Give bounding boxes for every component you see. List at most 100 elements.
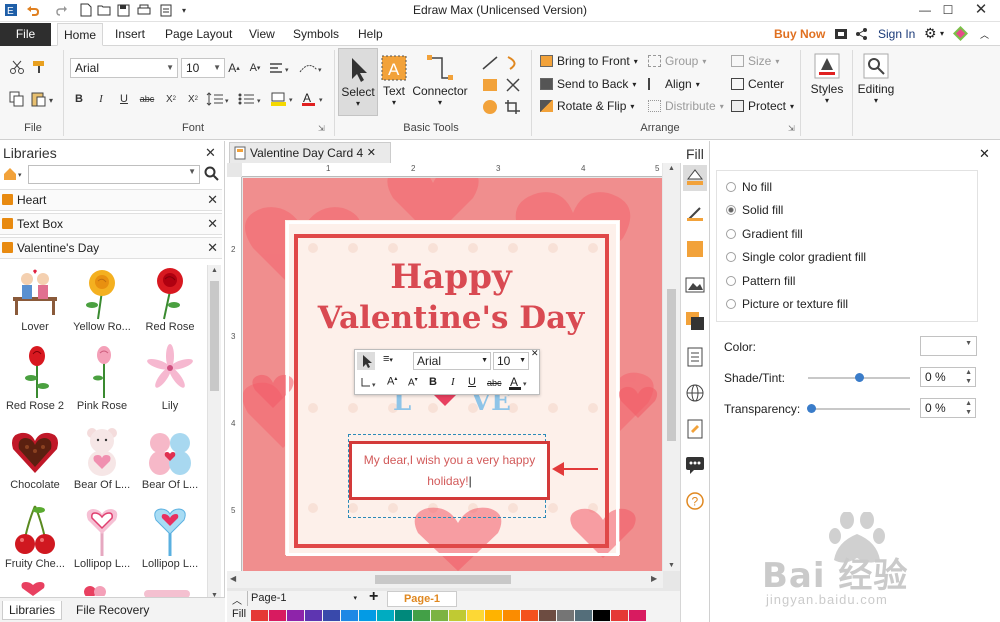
fill-panel-icon[interactable] [683, 165, 707, 191]
palette-swatch[interactable] [575, 610, 592, 621]
fill-option-picture-texture[interactable]: Picture or texture fill [726, 297, 848, 311]
fill-option-no-fill[interactable]: No fill [726, 180, 772, 194]
paste-icon[interactable]: ▾ [29, 90, 57, 108]
scrollbar-thumb[interactable] [210, 281, 219, 391]
float-font-color-icon[interactable]: A ▾ [508, 374, 532, 395]
library-item-red-rose-2[interactable]: Red Rose 2 [0, 344, 70, 422]
document-tab[interactable]: Valentine Day Card 4 ✕ [229, 142, 391, 163]
close-category-icon[interactable]: ✕ [207, 238, 218, 258]
bold-button[interactable]: B [72, 90, 86, 108]
palette-swatch[interactable] [467, 610, 484, 621]
help-panel-icon[interactable]: ? [685, 491, 705, 514]
fill-option-solid-fill[interactable]: Solid fill [726, 203, 783, 217]
line-spacing-icon[interactable]: ▾ [206, 90, 232, 108]
transparency-input[interactable]: 0 % ▲ ▼ [920, 398, 976, 418]
library-item-bear-of-love-2[interactable]: Bear Of L... [135, 423, 205, 501]
canvas-vertical-scrollbar[interactable]: ▲ ▼ [663, 163, 680, 571]
editing-button[interactable]: Editing ▾ [856, 52, 896, 128]
palette-swatch[interactable] [395, 610, 412, 621]
palette-swatch[interactable] [431, 610, 448, 621]
slider-knob[interactable] [855, 373, 864, 382]
layers-panel-icon[interactable] [685, 311, 705, 334]
float-bold-button[interactable]: B [429, 376, 437, 388]
distribute-button[interactable]: Distribute ▾ [648, 99, 724, 113]
notes-panel-icon[interactable] [685, 419, 705, 442]
palette-swatch[interactable] [449, 610, 466, 621]
palette-swatch[interactable] [485, 610, 502, 621]
library-item-pink-rose[interactable]: Pink Rose [67, 344, 137, 422]
palette-swatch[interactable] [377, 610, 394, 621]
close-document-tab-icon[interactable]: ✕ [367, 143, 376, 163]
close-category-icon[interactable]: ✕ [207, 214, 218, 234]
close-category-icon[interactable]: ✕ [207, 190, 218, 210]
palette-swatch[interactable] [269, 610, 286, 621]
crop-tool-icon[interactable] [503, 98, 523, 116]
sign-in-link[interactable]: Sign In [878, 27, 915, 41]
library-home-icon[interactable]: ▾ [3, 167, 25, 184]
card-title-line2[interactable]: Valentine's Day [296, 300, 606, 336]
color-palette[interactable] [227, 607, 707, 622]
theme-icon[interactable] [953, 26, 968, 44]
float-underline-button[interactable]: U [468, 376, 476, 388]
underline-button[interactable]: U [117, 90, 131, 108]
text-path-icon[interactable]: ▾ [298, 59, 326, 77]
connector-tool-button[interactable]: Connector ▾ [410, 48, 470, 116]
tab-home[interactable]: Home [57, 23, 104, 46]
fill-option-single-color-gradient[interactable]: Single color gradient fill [726, 250, 866, 264]
library-item-lover[interactable]: Lover [0, 265, 70, 343]
shrink-font-icon[interactable]: A ▾ [247, 59, 263, 77]
align-button[interactable]: Align ▾ [648, 77, 700, 91]
float-connector-icon[interactable]: ▾ [360, 376, 380, 393]
text-tool-button[interactable]: A Text ▾ [380, 48, 408, 116]
active-page-tab[interactable]: Page-1 [387, 591, 457, 607]
palette-swatch[interactable] [521, 610, 538, 621]
tab-insert[interactable]: Insert [109, 23, 151, 46]
bullets-icon[interactable]: ▾ [238, 90, 264, 108]
group-button[interactable]: Group ▾ [648, 54, 706, 68]
float-italic-button[interactable]: I [451, 376, 455, 388]
library-item-lollipop-love-1[interactable]: Lollipop L... [67, 502, 137, 580]
add-page-icon[interactable]: + [369, 588, 378, 606]
bring-to-front-button[interactable]: Bring to Front ▾ [540, 54, 638, 68]
library-item-chocolate[interactable]: Chocolate [0, 423, 70, 501]
center-button[interactable]: Center [731, 77, 784, 91]
tab-symbols[interactable]: Symbols [287, 23, 345, 46]
palette-swatch[interactable] [251, 610, 268, 621]
arc-tool-icon[interactable] [503, 54, 523, 72]
subscript-button[interactable]: X2 [163, 90, 179, 108]
palette-swatch[interactable] [323, 610, 340, 621]
rotate-flip-button[interactable]: Rotate & Flip ▾ [540, 99, 634, 113]
cut-icon[interactable] [8, 58, 26, 76]
close-libraries-icon[interactable]: ✕ [205, 145, 216, 161]
page-selector[interactable]: Page-1 ▾ [247, 591, 357, 606]
scrollbar-thumb[interactable] [375, 575, 511, 584]
palette-swatch[interactable] [341, 610, 358, 621]
library-item-red-rose[interactable]: Red Rose [135, 265, 205, 343]
palette-swatch[interactable] [305, 610, 322, 621]
font-color-icon[interactable]: A ▾ [301, 90, 327, 108]
float-align-icon[interactable]: ≡▾ [383, 353, 393, 365]
font-dialog-launcher-icon[interactable]: ⇲ [318, 124, 325, 133]
image-panel-icon[interactable] [685, 275, 705, 298]
format-painter-icon[interactable] [30, 58, 48, 76]
library-item-bear-of-love-1[interactable]: Bear Of L... [67, 423, 137, 501]
tab-page-layout[interactable]: Page Layout [159, 23, 238, 46]
settings-dropdown-icon[interactable]: ▾ [940, 29, 944, 38]
tab-help[interactable]: Help [352, 23, 389, 46]
tab-file-recovery[interactable]: File Recovery [70, 601, 155, 619]
float-strikethrough-button[interactable]: abc [487, 378, 502, 388]
shade-tint-slider[interactable] [808, 373, 910, 382]
color-picker-dropdown[interactable]: ▼ [920, 336, 977, 356]
superscript-button[interactable]: X2 [185, 90, 201, 108]
arrange-dialog-launcher-icon[interactable]: ⇲ [788, 124, 795, 133]
strikethrough-button[interactable]: abc [138, 90, 156, 108]
italic-button[interactable]: I [94, 90, 108, 108]
float-select-icon[interactable] [357, 352, 375, 370]
maximize-button[interactable]: ☐ [933, 0, 963, 20]
grow-font-icon[interactable]: A ▴ [226, 59, 242, 77]
library-item-lily[interactable]: Lily [135, 344, 205, 422]
tab-libraries[interactable]: Libraries [2, 601, 63, 620]
card-title-line1[interactable]: Happy [296, 257, 606, 297]
page-panel-icon[interactable] [685, 347, 705, 370]
send-to-back-button[interactable]: Send to Back ▾ [540, 77, 636, 91]
